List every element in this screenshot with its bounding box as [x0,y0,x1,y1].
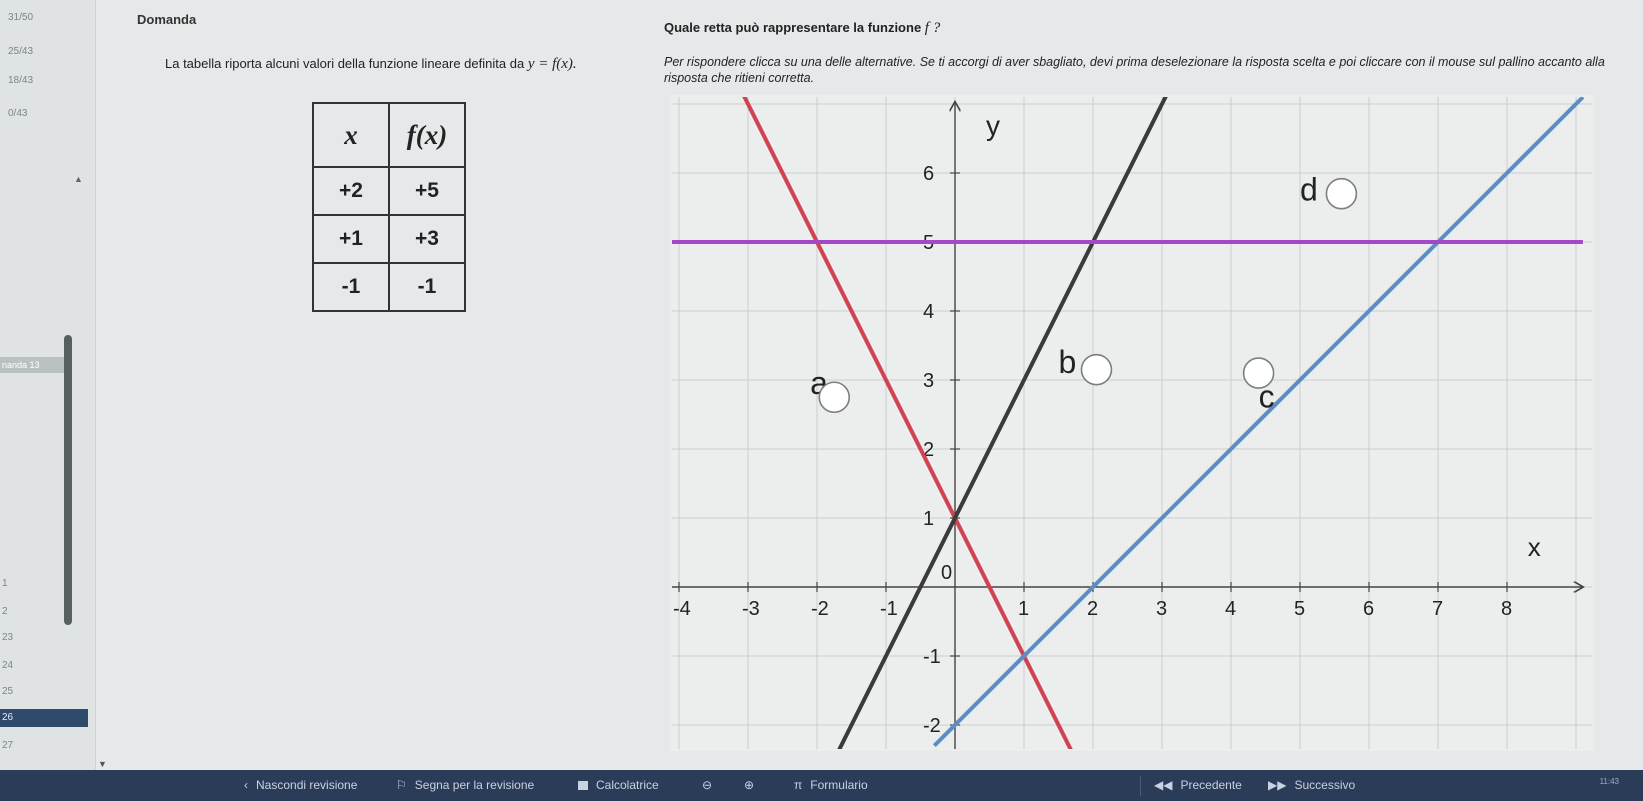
table-row: -1 -1 [312,262,466,312]
x-tick-label: 1 [1018,598,1029,620]
y-tick-label: 6 [923,163,934,185]
table-cell: -1 [388,262,466,312]
footer-divider [1140,776,1141,796]
table-header-fx: f(x) [388,102,466,168]
table-cell: +5 [388,166,466,216]
x-tick-label: 6 [1363,598,1374,620]
footer-toolbar: ‹ Nascondi revisione ⚐ Segna per la revisi… [0,770,1643,801]
section-label: Domanda [137,12,197,27]
next-icon: ▶▶ [1268,778,1287,792]
calculator-icon [578,781,588,791]
pi-icon: π [794,778,803,792]
intro-formula: y = f(x). [527,56,577,72]
sidebar-active-question[interactable]: 26 [0,709,88,727]
y-axis-label: y [986,110,1000,141]
option-radio-b[interactable] [1080,353,1113,386]
mark-review-label: Segna per la revisione [414,778,535,792]
zoom-out-button[interactable]: ⊖ [702,778,712,792]
option-radio-d[interactable] [1325,177,1358,210]
chevron-left-icon: ‹ [244,778,248,792]
sidebar-number[interactable]: 2 [2,606,8,617]
question-title-symbol: f ? [924,20,941,36]
formulary-button[interactable]: π Formulario [794,778,868,792]
option-label-b: b [1059,344,1077,380]
previous-icon: ◀◀ [1154,778,1173,792]
instructions: Per rispondere clicca su una delle alter… [664,55,1605,85]
question-sidebar: 31/50 25/43 18/43 0/43 ▲ nanda 13 1 2 23… [0,0,96,770]
table-cell: +2 [312,166,390,216]
zoom-in-button[interactable]: ⊕ [744,778,754,792]
sidebar-item[interactable]: 25/43 [8,46,33,57]
previous-label: Precedente [1180,778,1242,792]
table-row: +2 +5 [312,166,466,216]
sidebar-item[interactable]: 0/43 [8,108,27,119]
scroll-up-icon[interactable]: ▲ [74,174,83,184]
mark-review-button[interactable]: ⚐ Segna per la revisione [396,778,534,792]
sidebar-number[interactable]: 27 [2,740,13,751]
table-header-x: x [312,102,390,168]
flag-icon: ⚐ [396,778,407,792]
graph-background [670,95,1594,751]
x-tick-label: -4 [673,598,691,620]
table-cell: +3 [388,214,466,264]
hide-review-button[interactable]: ‹ Nascondi revisione [244,778,357,792]
y-tick-label: 4 [923,301,934,323]
values-table: x f(x) +2 +5 +1 +3 -1 -1 [312,102,466,312]
intro-text: La tabella riporta alcuni valori della f… [165,56,577,73]
question-title-text: Quale retta può rappresentare la funzion… [664,20,922,35]
x-axis-label: x [1528,532,1541,562]
option-radio-a[interactable] [818,381,851,414]
scroll-down-icon[interactable]: ▼ [98,759,107,769]
sidebar-item[interactable]: 18/43 [8,75,33,86]
previous-button[interactable]: ◀◀ Precedente [1154,778,1242,792]
x-tick-label: -3 [742,598,760,620]
calculator-button[interactable]: Calcolatrice [578,778,659,792]
answer-graph: xy -4-3-2-112345678654321-1-20 abcd [670,95,1594,751]
table-cell: +1 [312,214,390,264]
sidebar-item[interactable]: 31/50 [8,12,33,23]
intro-sentence: La tabella riporta alcuni valori della f… [165,56,525,71]
option-label-d: d [1300,172,1318,208]
calculator-label: Calcolatrice [596,778,659,792]
x-tick-label: 2 [1087,598,1098,620]
question-title: Quale retta può rappresentare la funzion… [664,20,940,37]
x-tick-label: 7 [1432,598,1443,620]
sidebar-number[interactable]: 23 [2,632,13,643]
x-tick-label: 4 [1225,598,1236,620]
y-tick-label: -1 [923,646,941,668]
y-tick-label: -2 [923,715,941,737]
sidebar-number[interactable]: 25 [2,686,13,697]
zoom-out-icon: ⊖ [702,778,713,792]
hide-review-label: Nascondi revisione [256,778,358,792]
formulary-label: Formulario [810,778,868,792]
next-button[interactable]: ▶▶ Successivo [1268,778,1355,792]
zoom-in-icon: ⊕ [744,778,755,792]
system-clock: 11:43 [1599,777,1619,786]
x-tick-label: 8 [1501,598,1512,620]
option-radio-c[interactable] [1242,357,1275,389]
x-tick-label: -1 [880,598,898,620]
next-label: Successivo [1294,778,1356,792]
sidebar-section-tag: nanda 13 [0,357,66,373]
origin-label: 0 [941,562,952,584]
sidebar-number[interactable]: 1 [2,578,8,589]
sidebar-scrollbar[interactable] [64,335,72,625]
table-row: +1 +3 [312,214,466,264]
y-tick-label: 3 [923,370,934,392]
y-tick-label: 1 [923,508,934,530]
x-tick-label: 3 [1156,598,1167,620]
x-tick-label: -2 [811,598,829,620]
sidebar-number[interactable]: 24 [2,660,13,671]
x-tick-label: 5 [1294,598,1305,620]
table-cell: -1 [312,262,390,312]
